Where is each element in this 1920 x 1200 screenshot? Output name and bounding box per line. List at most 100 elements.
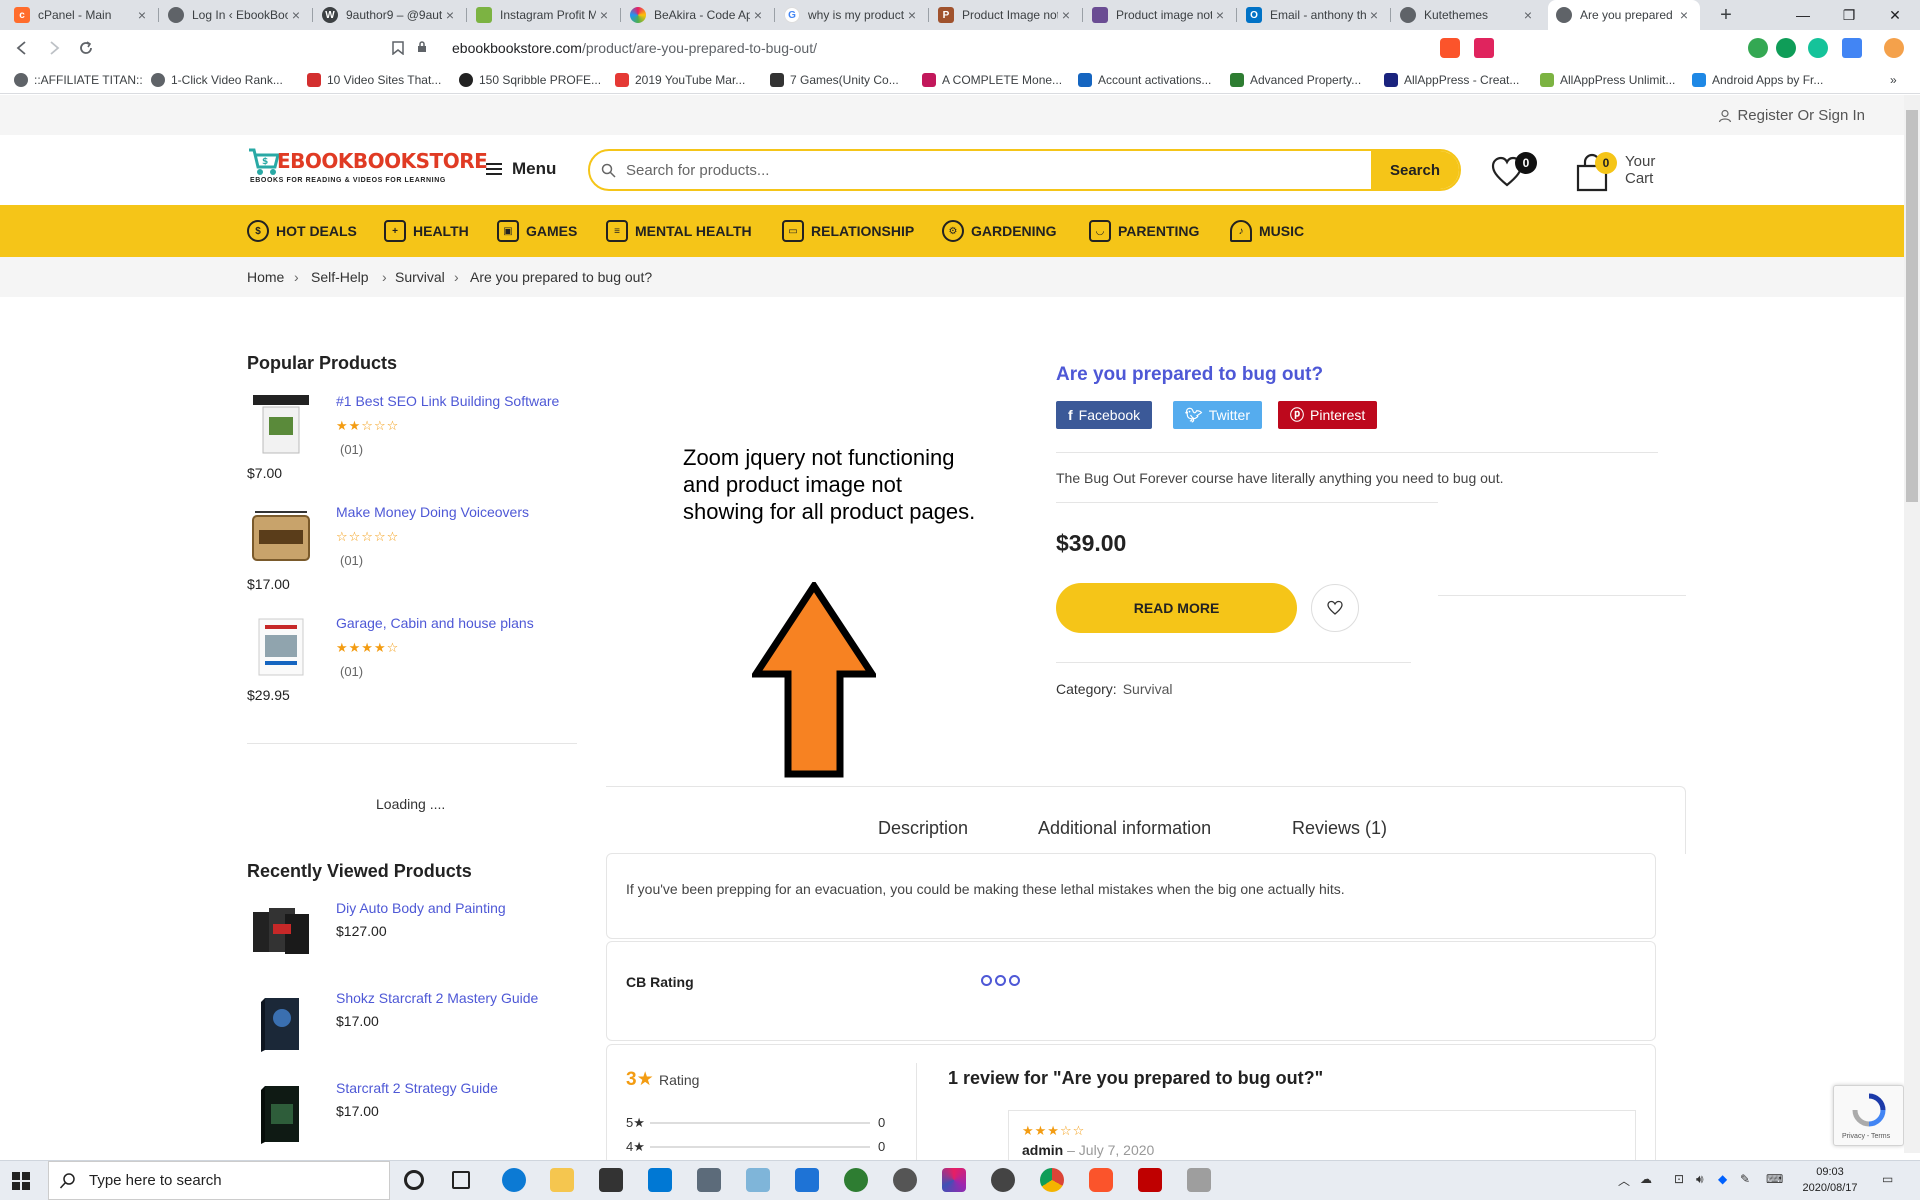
store-icon[interactable] [599, 1168, 623, 1192]
brave-icon[interactable] [1089, 1168, 1113, 1192]
dropbox-icon[interactable]: ◆ [1718, 1172, 1727, 1186]
browser-tab-active[interactable]: Are you prepared × [1548, 0, 1700, 30]
close-window-button[interactable]: ✕ [1872, 0, 1918, 30]
new-tab-button[interactable]: + [1712, 0, 1740, 30]
category-games[interactable]: ▣ Games [497, 205, 577, 257]
cortana-icon[interactable] [404, 1170, 424, 1190]
register-signin-link[interactable]: Register Or Sign In [1718, 107, 1865, 124]
pen-icon[interactable]: ✎ [1740, 1172, 1750, 1186]
address-bar[interactable]: ebookbookstore.com/product/are-you-prepa… [452, 34, 1502, 62]
tab-close-icon[interactable]: × [134, 7, 150, 23]
browser-tab[interactable]: Instagram Profit M × [468, 0, 620, 30]
browser-tab[interactable]: P Product Image not × [930, 0, 1082, 30]
calendar-icon[interactable] [795, 1168, 819, 1192]
file-explorer-icon[interactable] [550, 1168, 574, 1192]
share-twitter-button[interactable]: 🐦︎ Twitter [1173, 401, 1263, 429]
tab-close-icon[interactable]: × [288, 7, 304, 23]
bookmark-item[interactable]: 1-Click Video Rank... [151, 72, 283, 88]
popular-product-link[interactable]: #1 Best SEO Link Building Software [336, 393, 559, 409]
bookmark-item[interactable]: A COMPLETE Mone... [922, 72, 1062, 88]
tab-close-icon[interactable]: × [442, 7, 458, 23]
browser-tab[interactable]: Kutethemes × [1392, 0, 1544, 30]
category-hot-deals[interactable]: $ Hot Deals [247, 205, 357, 257]
recent-product-link[interactable]: Shokz Starcraft 2 Mastery Guide [336, 990, 538, 1006]
brave-shield-icon[interactable] [1440, 38, 1460, 58]
brave-rewards-icon[interactable] [1474, 38, 1494, 58]
tab-close-icon[interactable]: × [1058, 7, 1074, 23]
notification-icon[interactable]: ▭ [1882, 1172, 1893, 1186]
scrollbar-thumb[interactable] [1906, 110, 1918, 502]
bookmark-item[interactable]: 2019 YouTube Mar... [615, 72, 745, 88]
tab-close-icon[interactable]: × [904, 7, 920, 23]
bookmark-item[interactable]: Account activations... [1078, 72, 1211, 88]
browser-tab[interactable]: O Email - anthony th × [1238, 0, 1390, 30]
minimize-button[interactable]: — [1780, 0, 1826, 30]
network-icon[interactable]: ⊡ [1674, 1172, 1684, 1186]
share-facebook-button[interactable]: f Facebook [1056, 401, 1153, 429]
breadcrumb-self-help[interactable]: Self-Help [311, 269, 369, 285]
category-health[interactable]: + Health [384, 205, 469, 257]
photos-icon[interactable] [991, 1168, 1015, 1192]
onedrive-icon[interactable]: ☁ [1640, 1172, 1652, 1186]
category-parenting[interactable]: ◡ Parenting [1089, 205, 1199, 257]
extension-icon[interactable] [1748, 38, 1768, 58]
grammarly-icon[interactable] [1808, 38, 1828, 58]
recent-product-link[interactable]: Starcraft 2 Strategy Guide [336, 1080, 498, 1096]
category-mental-health[interactable]: ≡ Mental Health [606, 205, 752, 257]
edge-icon[interactable] [502, 1168, 526, 1192]
recaptcha-badge[interactable]: Privacy - Terms [1833, 1085, 1904, 1146]
taskbar-search-input[interactable] [89, 1172, 389, 1189]
bookmark-item[interactable]: 7 Games(Unity Co... [770, 72, 899, 88]
tab-close-icon[interactable]: × [1676, 7, 1692, 23]
filezilla-icon[interactable] [1138, 1168, 1162, 1192]
volume-icon[interactable]: 🔊︎ [1696, 1172, 1704, 1187]
tab-close-icon[interactable]: × [750, 7, 766, 23]
paint-icon[interactable] [1187, 1168, 1211, 1192]
tray-overflow-chevron-icon[interactable]: ︿ [1618, 1172, 1630, 1189]
product-thumbnail[interactable] [249, 504, 313, 568]
bookmark-item[interactable]: AllAppPress Unlimit... [1540, 72, 1675, 88]
translate-icon[interactable] [1842, 38, 1862, 58]
calculator-icon[interactable] [697, 1168, 721, 1192]
breadcrumb-home[interactable]: Home [247, 269, 284, 285]
search-input[interactable] [626, 151, 1371, 189]
tab-close-icon[interactable]: × [1366, 7, 1382, 23]
category-link[interactable]: Survival [1123, 681, 1173, 697]
tab-additional-information[interactable]: Additional information [1038, 818, 1211, 839]
category-music[interactable]: ♪ Music [1230, 205, 1304, 257]
bookmark-item[interactable]: 150 Sqribble PROFE... [459, 72, 601, 88]
app-icon[interactable] [746, 1168, 770, 1192]
popular-product-link[interactable]: Garage, Cabin and house plans [336, 615, 534, 631]
product-thumbnail[interactable] [249, 900, 313, 964]
bookmark-item[interactable]: AllAppPress - Creat... [1384, 72, 1519, 88]
read-more-button[interactable]: READ MORE [1056, 583, 1297, 633]
browser-tab[interactable]: Product image not × [1084, 0, 1236, 30]
tab-close-icon[interactable]: × [596, 7, 612, 23]
windows-start-icon[interactable] [12, 1172, 30, 1190]
restore-button[interactable]: ❐ [1826, 0, 1872, 30]
add-to-wishlist-button[interactable] [1311, 584, 1359, 632]
category-relationship[interactable]: ▭ Relationship [782, 205, 914, 257]
recaptcha-links[interactable]: Privacy - Terms [1842, 1133, 1890, 1140]
app-icon[interactable] [893, 1168, 917, 1192]
bookmark-item[interactable]: ::AFFILIATE TITAN:: [14, 72, 143, 88]
browser-tab[interactable]: BeAkira - Code Ap × [622, 0, 774, 30]
bookmark-page-button[interactable] [386, 36, 410, 60]
bookmark-item[interactable]: 10 Video Sites That... [307, 72, 441, 88]
tab-close-icon[interactable]: × [1520, 7, 1536, 23]
tab-close-icon[interactable]: × [1212, 7, 1228, 23]
mail-icon[interactable] [648, 1168, 672, 1192]
menu-button[interactable]: Menu [486, 159, 556, 179]
back-button[interactable] [10, 36, 34, 60]
taskbar-clock[interactable]: 09:03 2020/08/17 [1795, 1164, 1865, 1196]
lock-icon[interactable] [417, 41, 427, 53]
bookmark-item[interactable]: Android Apps by Fr... [1692, 72, 1823, 88]
app-icon[interactable] [942, 1168, 966, 1192]
extension-icon[interactable] [1776, 38, 1796, 58]
forward-button[interactable] [42, 36, 66, 60]
task-view-icon[interactable] [452, 1171, 470, 1189]
category-gardening[interactable]: ⚙ Gardening [942, 205, 1057, 257]
share-pinterest-button[interactable]: ⓟ Pinterest [1278, 401, 1378, 429]
search-button[interactable]: Search [1371, 151, 1459, 189]
bookmarks-overflow-button[interactable]: » [1890, 72, 1897, 88]
